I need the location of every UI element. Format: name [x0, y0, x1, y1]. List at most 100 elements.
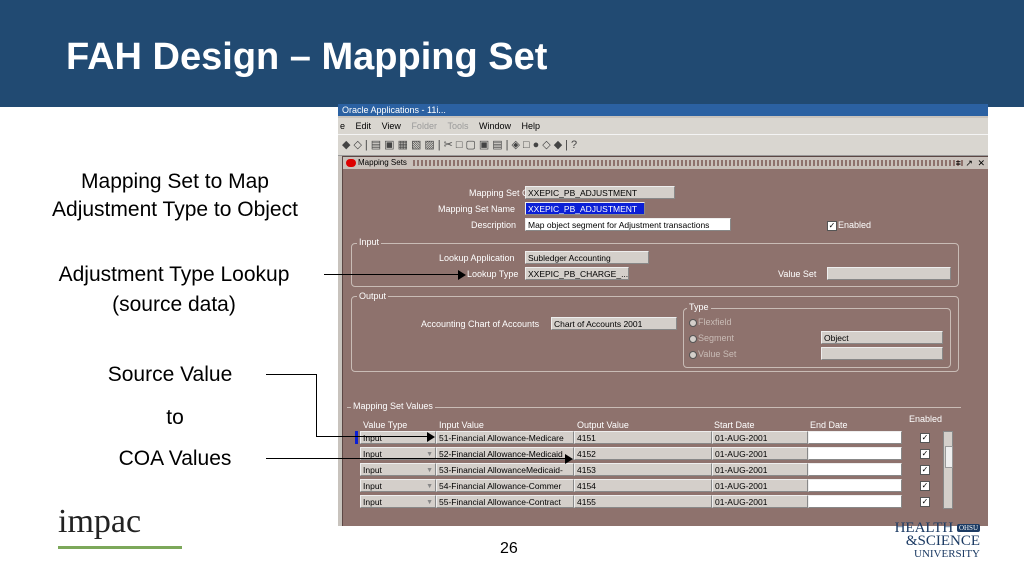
input-group — [351, 243, 959, 287]
caption-lookup: Adjustment Type Lookup (source data) — [24, 263, 324, 317]
value-type-select[interactable]: Input ▼ — [360, 479, 436, 492]
value-type-value: Input — [363, 433, 382, 443]
value-type-select[interactable]: Input ▼ — [360, 495, 436, 508]
row-enabled-checkbox[interactable]: ✓ — [920, 497, 930, 507]
output-value-field[interactable]: 4155 — [574, 495, 712, 508]
end-date-field[interactable] — [808, 479, 902, 492]
menu-item-window[interactable]: Window — [479, 121, 511, 131]
output-group-title: Output — [357, 291, 389, 301]
menu-item-edit[interactable]: Edit — [356, 121, 372, 131]
mapping-set-name-field[interactable]: XXEPIC_PB_ADJUSTMENT — [525, 202, 645, 215]
start-date-field[interactable]: 01-AUG-2001 — [712, 463, 808, 476]
lookup-type-label: Lookup Type — [467, 269, 519, 279]
menu-item-view[interactable]: View — [382, 121, 401, 131]
enabled-label: Enabled — [838, 220, 872, 230]
radio-segment[interactable] — [689, 335, 697, 343]
connector-source — [316, 374, 317, 437]
enabled-checkbox[interactable]: ✓ — [827, 221, 837, 231]
row-enabled-checkbox[interactable]: ✓ — [920, 449, 930, 459]
slide-title: FAH Design – Mapping Set — [66, 36, 548, 78]
caption-line: Mapping Set to Map — [81, 170, 269, 193]
row-enabled-checkbox[interactable]: ✓ — [920, 433, 930, 443]
caption-line: Adjustment Type Lookup — [58, 263, 290, 286]
mapping-set-code-field[interactable]: XXEPIC_PB_ADJUSTMENT — [525, 186, 675, 199]
output-value-field[interactable]: 4154 — [574, 479, 712, 492]
radio-value-set[interactable] — [689, 351, 697, 359]
oracle-app-window: Oracle Applications - 11i... e Edit View… — [338, 104, 988, 526]
value-type-value: Input — [363, 481, 382, 491]
mapping-set-name-label: Mapping Set Name — [438, 204, 516, 214]
lookup-application-field[interactable]: Subledger Accounting — [525, 251, 649, 264]
scrollbar-thumb[interactable] — [945, 446, 953, 468]
radio-flexfield[interactable] — [689, 319, 697, 327]
oracle-icon — [346, 159, 356, 167]
ohsu-logo-line-2: &SCIENCE — [905, 533, 980, 550]
value-type-value: Input — [363, 465, 382, 475]
output-value-field[interactable]: 4152 — [574, 447, 712, 460]
col-input-value: Input Value — [439, 420, 484, 430]
toolbar-icons[interactable]: ◆◇|▤▣▦▧▨|✂□▢▣▤|◈□●◇◆|? — [342, 139, 580, 151]
impac-logo-underline — [58, 546, 182, 549]
output-value-set-field[interactable] — [821, 347, 943, 360]
toolbar[interactable]: ◆◇|▤▣▦▧▨|✂□▢▣▤|◈□●◇◆|? — [338, 134, 988, 156]
values-group-title: Mapping Set Values — [351, 401, 435, 411]
value-type-select[interactable]: Input ▼ — [360, 431, 436, 444]
menu-item-tools[interactable]: Tools — [447, 121, 468, 131]
end-date-field[interactable] — [808, 431, 902, 444]
row-enabled-checkbox[interactable]: ✓ — [920, 481, 930, 491]
values-scrollbar[interactable] — [943, 431, 953, 509]
start-date-field[interactable]: 01-AUG-2001 — [712, 495, 808, 508]
dropdown-arrow-icon: ▼ — [426, 483, 433, 490]
radio-flexfield-label: Flexfield — [698, 317, 732, 327]
arrowhead-icon — [427, 432, 435, 442]
caption-mapping-set: Mapping Set to Map Adjustment Type to Ob… — [20, 170, 330, 222]
input-value-field[interactable]: 55-Financial Allowance-Contract — [436, 495, 574, 508]
ohsu-badge: OHSU — [956, 524, 980, 533]
connector-lookup — [324, 274, 460, 275]
col-end-date: End Date — [810, 420, 848, 430]
col-value-type: Value Type — [363, 420, 408, 430]
arrowhead-icon — [565, 454, 573, 464]
form-titlebar: Mapping Sets ≡ ↗ ✕ — [343, 157, 988, 169]
input-value-field[interactable]: 51-Financial Allowance-Medicare — [436, 431, 574, 444]
input-group-title: Input — [357, 237, 382, 247]
connector-source — [316, 436, 428, 437]
end-date-field[interactable] — [808, 463, 902, 476]
caption-line: (source data) — [112, 293, 236, 316]
output-value-field[interactable]: 4151 — [574, 431, 712, 444]
end-date-field[interactable] — [808, 447, 902, 460]
start-date-field[interactable]: 01-AUG-2001 — [712, 447, 808, 460]
arrowhead-icon — [458, 270, 466, 280]
menu-item-file[interactable]: e — [340, 121, 345, 131]
impac-logo: impac — [58, 503, 142, 540]
coa-field[interactable]: Chart of Accounts 2001 — [551, 317, 677, 330]
end-date-field[interactable] — [808, 495, 902, 508]
start-date-field[interactable]: 01-AUG-2001 — [712, 479, 808, 492]
caption-to: to — [166, 406, 184, 429]
description-label: Description — [471, 220, 517, 230]
connector-coa — [266, 458, 566, 459]
coa-label: Accounting Chart of Accounts — [421, 319, 540, 329]
dropdown-arrow-icon: ▼ — [426, 499, 433, 506]
value-type-select[interactable]: Input ▼ — [360, 463, 436, 476]
output-value-field[interactable]: 4153 — [574, 463, 712, 476]
value-set-field[interactable] — [827, 267, 951, 280]
page-number: 26 — [500, 540, 518, 557]
row-enabled-checkbox[interactable]: ✓ — [920, 465, 930, 475]
start-date-field[interactable]: 01-AUG-2001 — [712, 431, 808, 444]
caption-line: Adjustment Type to Object — [52, 198, 298, 221]
col-start-date: Start Date — [714, 420, 755, 430]
input-value-field[interactable]: 53-Financial AllowanceMedicaid- — [436, 463, 574, 476]
description-field[interactable]: Map object segment for Adjustment transa… — [525, 218, 731, 231]
menu-item-help[interactable]: Help — [522, 121, 541, 131]
app-titlebar: Oracle Applications - 11i... — [338, 104, 988, 116]
ohsu-logo-line-3: UNIVERSITY — [914, 548, 980, 561]
segment-field[interactable]: Object — [821, 331, 943, 344]
window-controls[interactable]: ≡ ↗ ✕ — [956, 157, 986, 169]
radio-segment-label: Segment — [698, 333, 735, 343]
lookup-type-field[interactable]: XXEPIC_PB_CHARGE_... — [525, 267, 629, 280]
menu-item-folder[interactable]: Folder — [411, 121, 437, 131]
caption-source-value: Source Value — [107, 363, 233, 386]
ohsu-logo: HEALTH OHSU &SCIENCE UNIVERSITY — [846, 521, 980, 561]
input-value-field[interactable]: 54-Financial Allowance-Commer — [436, 479, 574, 492]
